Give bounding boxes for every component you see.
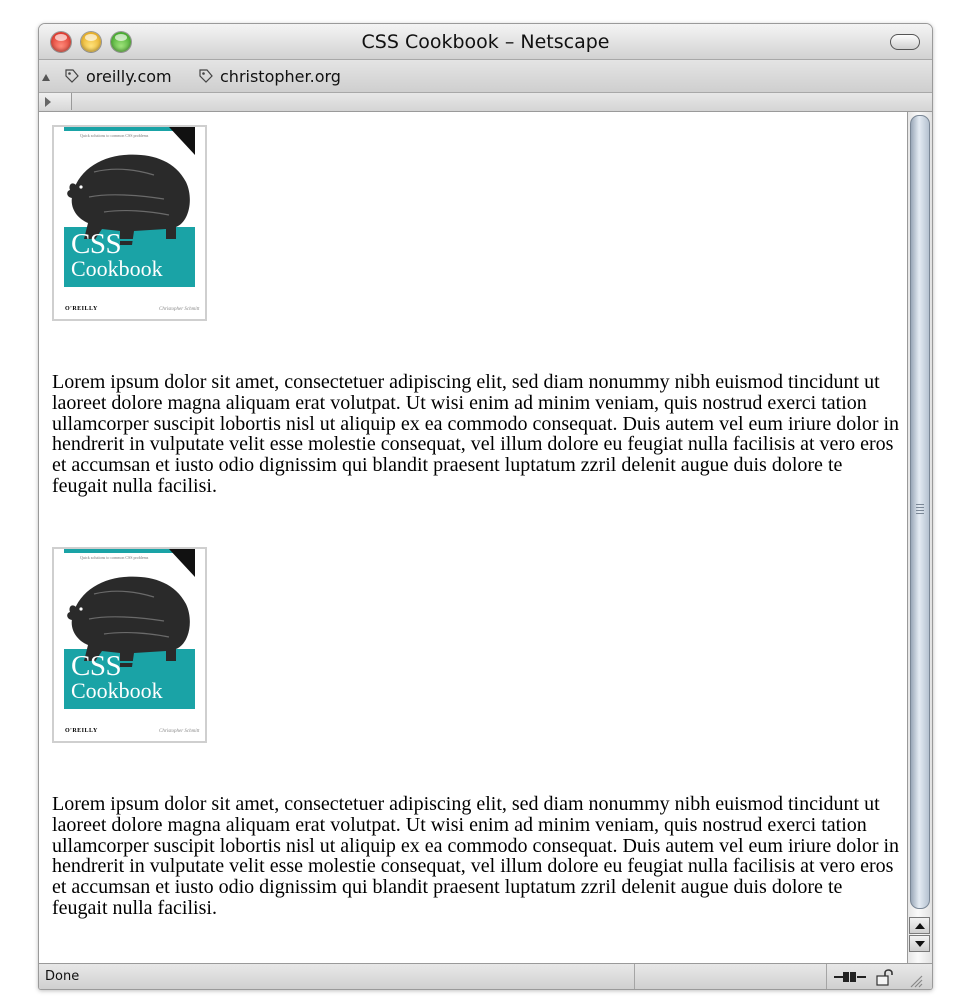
title-bar[interactable]: CSS Cookbook – Netscape bbox=[39, 24, 932, 60]
bookmark-label: christopher.org bbox=[220, 66, 341, 86]
bookmark-label: oreilly.com bbox=[86, 66, 172, 86]
cover-tagline: Quick solutions to common CSS problems bbox=[80, 133, 149, 138]
cover-subtitle: Cookbook bbox=[71, 678, 163, 703]
resize-grip-icon[interactable] bbox=[909, 974, 923, 988]
status-text: Done bbox=[45, 969, 80, 984]
scrollbar-thumb[interactable] bbox=[910, 115, 930, 909]
scroll-down-button[interactable] bbox=[909, 935, 930, 952]
bookmarks-bar: oreilly.com christopher.org bbox=[39, 60, 932, 93]
bookmarks-collapse-icon[interactable] bbox=[42, 74, 50, 81]
status-divider bbox=[634, 964, 635, 989]
cover-subtitle: Cookbook bbox=[71, 256, 163, 281]
book-cover-image: Quick solutions to common CSS problems C… bbox=[52, 547, 207, 743]
bookmark-oreilly[interactable]: oreilly.com bbox=[63, 66, 172, 86]
cover-tagline: Quick solutions to common CSS problems bbox=[80, 555, 149, 560]
scroll-up-button[interactable] bbox=[909, 917, 930, 934]
grip-icon bbox=[916, 504, 924, 514]
online-icon[interactable] bbox=[834, 970, 866, 984]
arrow-up-icon bbox=[915, 923, 925, 929]
disclosure-triangle-icon bbox=[45, 97, 51, 107]
bookmark-christopher[interactable]: christopher.org bbox=[197, 66, 341, 86]
sidebar-toggle-button[interactable] bbox=[39, 93, 72, 110]
cover-title: CSS bbox=[71, 228, 122, 260]
arrow-down-icon bbox=[915, 941, 925, 947]
lock-icon[interactable] bbox=[876, 968, 896, 986]
status-divider bbox=[826, 964, 827, 989]
cover-publisher: O'REILLY bbox=[65, 306, 98, 312]
vertical-scrollbar[interactable] bbox=[907, 112, 932, 963]
book-cover-image: Quick solutions to common CSS problems C… bbox=[52, 125, 207, 321]
bookmark-icon bbox=[199, 69, 213, 83]
window-title: CSS Cookbook – Netscape bbox=[361, 31, 610, 53]
bookmark-icon bbox=[65, 69, 79, 83]
book-cover-illustration bbox=[64, 549, 195, 741]
cover-author: Christopher Schmitt bbox=[159, 307, 200, 312]
cover-publisher: O'REILLY bbox=[65, 728, 98, 734]
sidebar-toggle-row bbox=[39, 93, 932, 112]
cover-title: CSS bbox=[71, 650, 122, 682]
page-content: Quick solutions to common CSS problems C… bbox=[39, 112, 907, 962]
cover-author: Christopher Schmitt bbox=[159, 729, 200, 734]
status-bar: Done bbox=[39, 963, 932, 989]
toolbar-toggle-button[interactable] bbox=[890, 34, 920, 50]
browser-window: CSS Cookbook – Netscape oreilly.com chri… bbox=[38, 23, 933, 990]
body-paragraph: Lorem ipsum dolor sit amet, consectetuer… bbox=[52, 371, 900, 497]
body-paragraph: Lorem ipsum dolor sit amet, consectetuer… bbox=[52, 793, 900, 919]
book-cover-illustration bbox=[64, 127, 195, 319]
